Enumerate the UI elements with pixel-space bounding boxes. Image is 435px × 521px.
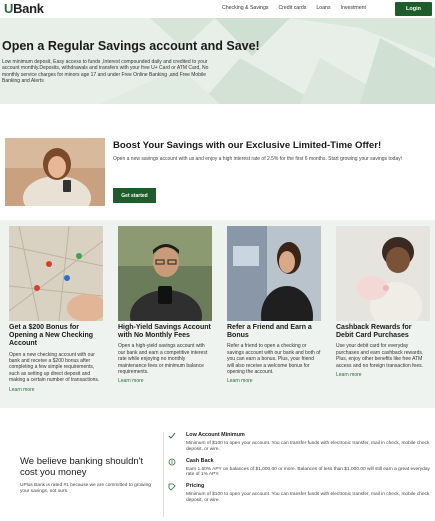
offer-card: Get a $200 Bonus for Opening a New Check… — [9, 226, 103, 393]
login-button[interactable]: Login — [395, 2, 432, 16]
bottom-text: UPlus Bank is rated #1 because we are co… — [20, 483, 151, 494]
card-image-child-piggybank — [336, 226, 430, 321]
hero-text: Low minimum deposit, Easy access to fund… — [2, 59, 209, 84]
promo-title: Boost Your Savings with our Exclusive Li… — [113, 140, 382, 151]
feature-item: Low Account Minimum Minimum of $100 to o… — [168, 432, 430, 453]
learn-more-link[interactable]: Learn more — [227, 378, 321, 384]
card-title: Refer a Friend and Earn a Bonus — [227, 324, 312, 340]
card-text: Open a new checking account with our ban… — [9, 351, 100, 384]
feature-text: Minimum of $100 to open your account. Yo… — [186, 492, 430, 503]
nav-investment[interactable]: Investment — [341, 5, 366, 11]
offer-card: Cashback Rewards for Debit Card Purchase… — [336, 226, 430, 378]
card-text: Use your debit card for everyday purchas… — [336, 343, 424, 369]
features-list: Low Account Minimum Minimum of $100 to o… — [168, 432, 430, 509]
feature-title: Pricing — [186, 483, 205, 490]
card-image-woman-atm — [227, 226, 321, 321]
card-title: Cashback Rewards for Debit Card Purchase… — [336, 324, 412, 340]
logo-u: U — [4, 1, 14, 16]
nav-checking-savings[interactable]: Checking & Savings — [222, 5, 268, 11]
top-nav: U Bank Checking & Savings Credit cards Lo… — [0, 0, 435, 18]
card-image-map — [9, 226, 103, 321]
promo-text: Open a new savings account with us and e… — [113, 156, 403, 162]
feature-item: Cash Back Earn 1.60% APY on balances of … — [168, 458, 430, 479]
get-started-button[interactable]: Get started — [113, 188, 156, 203]
promo-image — [5, 138, 105, 206]
offer-card: High-Yield Savings Account with No Month… — [118, 226, 212, 384]
hero-banner: Open a Regular Savings account and Save!… — [0, 18, 435, 104]
card-image-man-phone — [118, 226, 212, 321]
feature-text: Minimum of $100 to open your account. Yo… — [186, 441, 430, 452]
learn-more-link[interactable]: Learn more — [118, 378, 212, 384]
card-text: Refer a friend to open a checking or sav… — [227, 343, 321, 376]
nav-loans[interactable]: Loans — [316, 5, 330, 11]
card-text: Open a high-yield savings account with o… — [118, 343, 208, 376]
learn-more-link[interactable]: Learn more — [9, 387, 103, 393]
dollar-icon — [168, 458, 178, 468]
learn-more-link[interactable]: Learn more — [336, 372, 430, 378]
feature-title: Low Account Minimum — [186, 432, 245, 438]
feature-title: Cash Back — [186, 457, 214, 464]
bottom-title: We believe banking shouldn't cost you mo… — [20, 456, 144, 478]
nav-links: Checking & Savings Credit cards Loans In… — [222, 5, 366, 11]
feature-item: Pricing Minimum of $100 to open your acc… — [168, 483, 430, 504]
hero-title: Open a Regular Savings account and Save! — [2, 39, 260, 53]
card-title: High-Yield Savings Account with No Month… — [118, 324, 211, 340]
logo[interactable]: U Bank — [4, 1, 44, 16]
tag-icon — [168, 483, 178, 493]
offer-card: Refer a Friend and Earn a Bonus Refer a … — [227, 226, 321, 384]
offers-section: Get a $200 Bonus for Opening a New Check… — [0, 220, 435, 408]
check-icon — [168, 432, 178, 442]
logo-text: Bank — [13, 1, 44, 16]
card-title: Get a $200 Bonus for Opening a New Check… — [9, 324, 94, 348]
divider — [163, 432, 164, 517]
feature-text: Earn 1.60% APY on balances of $1,000.00 … — [186, 466, 430, 478]
nav-credit-cards[interactable]: Credit cards — [278, 5, 306, 11]
